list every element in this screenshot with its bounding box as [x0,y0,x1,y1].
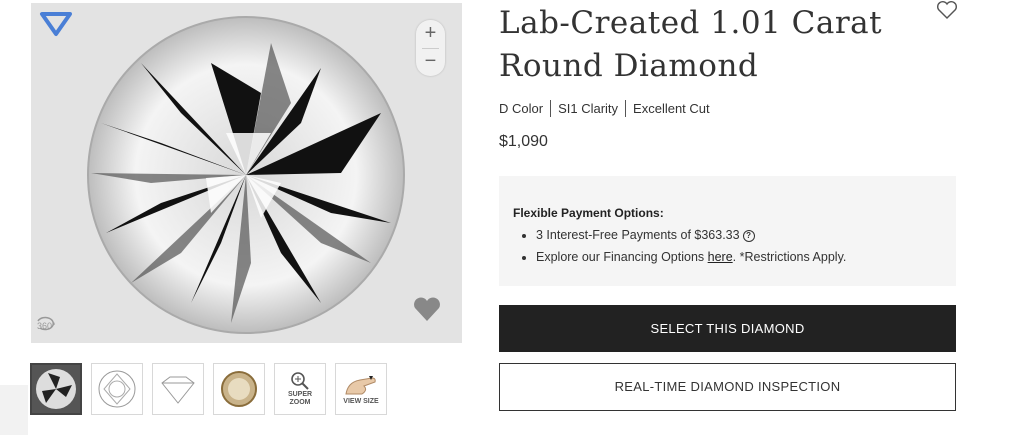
heart-icon [414,297,440,321]
question-icon[interactable]: ? [742,229,755,242]
magnifier-icon [291,372,309,390]
financing-link[interactable]: here [708,250,733,264]
zoom-out-button[interactable]: − [416,48,445,76]
certificate-seal-icon [221,371,257,407]
spec-clarity: SI1 Clarity [550,100,625,117]
brand-diamond-icon [40,12,72,36]
diamond-viewer[interactable]: + − 360° [31,3,462,343]
installments-text: 3 Interest-Free Payments of $363.33 [536,228,740,242]
rotate-360-icon[interactable]: 360° [35,313,57,335]
hand-icon [345,376,376,395]
zoom-divider [422,48,439,49]
payment-financing: Explore our Financing Options here. *Res… [536,250,942,264]
super-zoom-label: SUPER ZOOM [287,391,313,406]
diamond-image [87,16,405,334]
thumbnail-facet-diagram[interactable] [91,363,143,415]
diamond-inspection-button[interactable]: REAL-TIME DIAMOND INSPECTION [499,363,956,411]
facet-diagram-icon [98,370,136,408]
product-price: $1,090 [499,133,548,150]
payment-list: 3 Interest-Free Payments of $363.33? Exp… [513,228,942,264]
spec-color: D Color [499,101,544,116]
rotate-360-label: 360° [37,321,56,331]
select-diamond-button[interactable]: SELECT THIS DIAMOND [499,305,956,352]
payment-heading: Flexible Payment Options: [513,206,664,220]
proportions-diagram-icon [161,376,195,404]
spec-cut: Excellent Cut [625,100,717,117]
payment-installments: 3 Interest-Free Payments of $363.33? [536,228,942,242]
diamond-thumbnail-icon [36,369,76,409]
financing-prefix: Explore our Financing Options [536,250,708,264]
thumbnail-super-zoom[interactable]: SUPER ZOOM [274,363,326,415]
left-edge-strip [0,385,28,435]
thumbnail-strip: SUPER ZOOM VIEW SIZE [30,363,387,415]
product-title: Lab-Created 1.01 Carat Round Diamond [499,5,883,84]
thumbnail-certificate[interactable] [213,363,265,415]
thumbnail-photo[interactable] [30,363,82,415]
zoom-control: + − [416,20,445,76]
thumbnail-proportions[interactable] [152,363,204,415]
payment-options-panel: Flexible Payment Options: 3 Interest-Fre… [499,176,956,286]
view-size-label: VIEW SIZE [343,398,379,405]
diamond-specs: D Color SI1 Clarity Excellent Cut [499,100,717,117]
financing-suffix: . *Restrictions Apply. [732,250,847,264]
heart-icon[interactable] [936,0,958,20]
thumbnail-view-size[interactable]: VIEW SIZE [335,363,387,415]
zoom-in-button[interactable]: + [416,20,445,48]
